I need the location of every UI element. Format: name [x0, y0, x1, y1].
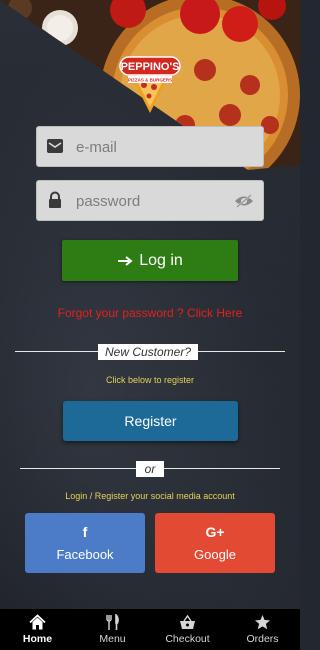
brand-logo: PEPPINO'S PIZZAS & BURGERS [119, 56, 181, 113]
new-customer-label: New Customer? [98, 344, 198, 360]
eye-slash-icon[interactable] [234, 193, 254, 209]
email-input[interactable] [74, 127, 253, 168]
email-field[interactable] [36, 126, 264, 168]
tab-menu[interactable]: Menu [75, 609, 150, 650]
social-note: Login / Register your social media accou… [65, 491, 235, 501]
tab-home-label: Home [22, 633, 53, 645]
bottom-tab-bar: Home Menu Checkout Orders [0, 609, 300, 650]
facebook-icon: f [82, 523, 88, 540]
register-note: Click below to register [105, 375, 195, 385]
forgot-password-link[interactable]: Forgot your password ? Click Here [0, 306, 300, 320]
fork-knife-icon [106, 614, 119, 630]
tab-checkout[interactable]: Checkout [150, 609, 225, 650]
register-button[interactable]: Register [63, 401, 238, 441]
login-button-label: Log in [139, 251, 183, 269]
google-plus-icon: G+ [205, 523, 225, 540]
tab-checkout-label: Checkout [165, 633, 210, 645]
svg-text:PEPPINO'S: PEPPINO'S [121, 61, 180, 73]
arrow-right-icon [118, 255, 133, 266]
lock-icon [49, 191, 61, 208]
password-input[interactable] [74, 181, 253, 222]
login-button[interactable]: Log in [62, 240, 238, 281]
password-field[interactable] [36, 180, 264, 222]
facebook-button-label: Facebook [56, 546, 114, 562]
or-label: or [136, 461, 164, 477]
svg-text:PIZZAS & BURGERS: PIZZAS & BURGERS [128, 78, 172, 83]
home-icon [29, 614, 46, 630]
basket-icon [180, 614, 195, 629]
google-button[interactable]: G+ Google [155, 513, 275, 573]
tab-orders-label: Orders [246, 633, 279, 645]
register-button-label: Register [124, 413, 177, 429]
envelope-icon [47, 139, 63, 153]
facebook-button[interactable]: f Facebook [25, 513, 145, 573]
star-icon [255, 615, 270, 630]
tab-orders[interactable]: Orders [225, 609, 300, 650]
google-button-label: Google [194, 546, 236, 562]
tab-home[interactable]: Home [0, 609, 75, 650]
tab-menu-label: Menu [99, 633, 126, 645]
